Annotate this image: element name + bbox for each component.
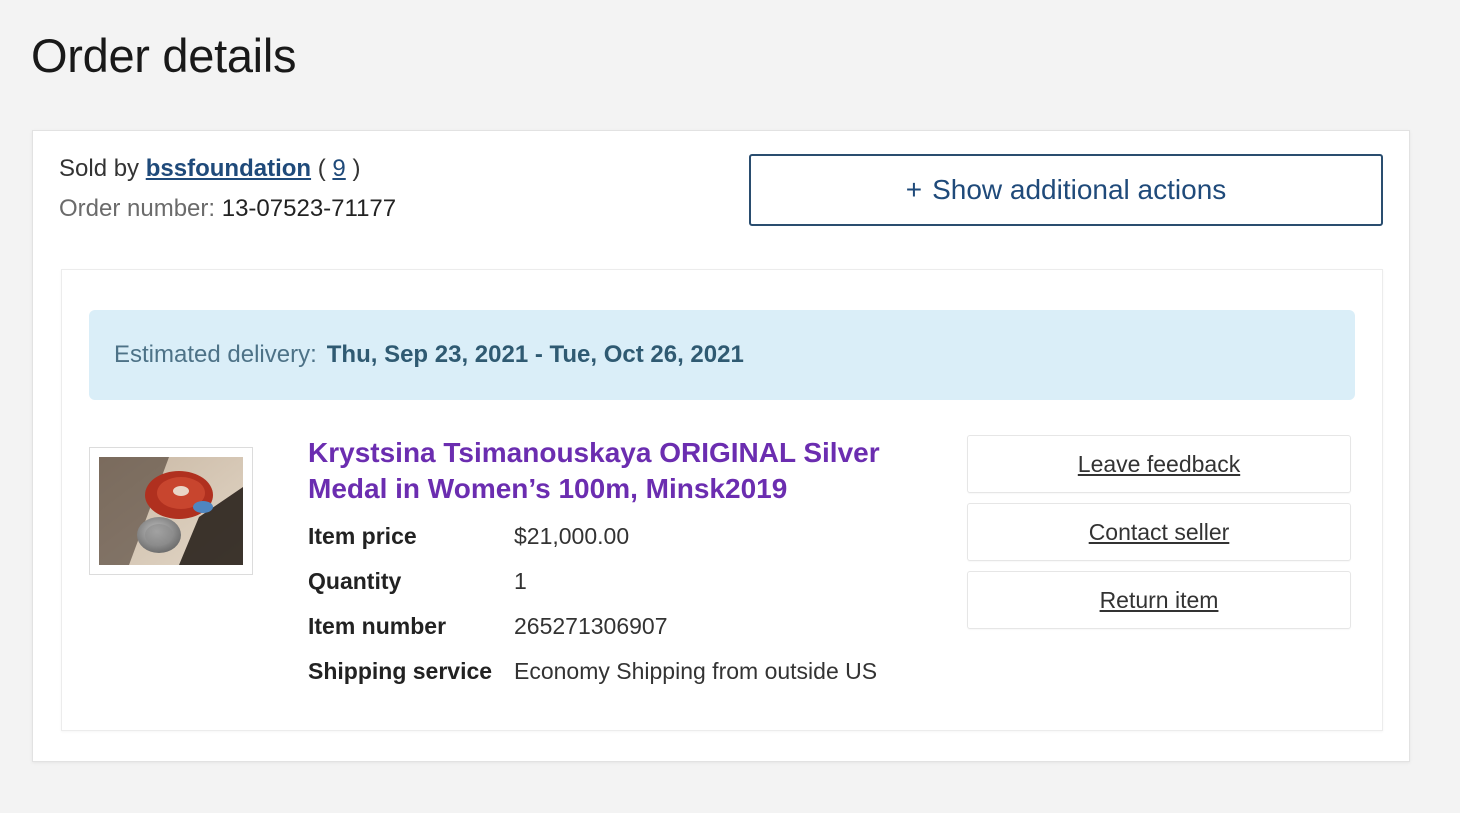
item-panel: Estimated delivery: Thu, Sep 23, 2021 - … bbox=[61, 269, 1383, 731]
medal-photo-image bbox=[99, 457, 243, 565]
page-title: Order details bbox=[31, 29, 297, 82]
item-specs: Item price $21,000.00 Quantity 1 Item nu… bbox=[308, 523, 877, 703]
spec-row-shipping-service: Shipping service Economy Shipping from o… bbox=[308, 658, 877, 703]
plus-icon: + bbox=[905, 174, 923, 205]
sold-by-line: Sold by bssfoundation ( 9 ) bbox=[59, 155, 360, 183]
seller-feedback-score-link[interactable]: 9 bbox=[332, 155, 345, 182]
order-number-label: Order number: bbox=[59, 195, 216, 222]
order-card: Sold by bssfoundation ( 9 ) Order number… bbox=[32, 130, 1410, 762]
seller-name-link[interactable]: bssfoundation bbox=[146, 155, 311, 182]
spec-label: Item price bbox=[308, 523, 417, 549]
show-additional-actions-button[interactable]: + Show additional actions bbox=[749, 154, 1383, 226]
item-title-link[interactable]: Krystsina Tsimanouskaya ORIGINAL Silver … bbox=[308, 435, 928, 507]
spec-row-quantity: Quantity 1 bbox=[308, 568, 877, 613]
feedback-close-paren: ) bbox=[352, 155, 361, 182]
estimated-delivery-label: Estimated delivery: bbox=[114, 341, 317, 368]
spec-row-item-price: Item price $21,000.00 bbox=[308, 523, 877, 568]
feedback-open-paren: ( bbox=[317, 155, 326, 182]
spec-label: Quantity bbox=[308, 568, 402, 594]
return-item-button[interactable]: Return item bbox=[967, 571, 1351, 629]
spec-value: 1 bbox=[514, 568, 527, 594]
spec-value: 265271306907 bbox=[514, 613, 668, 639]
estimated-delivery-banner: Estimated delivery: Thu, Sep 23, 2021 - … bbox=[89, 310, 1355, 400]
spec-label: Item number bbox=[308, 613, 447, 639]
estimated-delivery-dates: Thu, Sep 23, 2021 - Tue, Oct 26, 2021 bbox=[326, 341, 744, 368]
item-thumbnail[interactable] bbox=[89, 447, 253, 575]
spec-label: Shipping service bbox=[308, 658, 493, 684]
contact-seller-button[interactable]: Contact seller bbox=[967, 503, 1351, 561]
show-additional-actions-label: Show additional actions bbox=[932, 174, 1227, 205]
sold-by-label: Sold by bbox=[59, 155, 140, 182]
spec-row-item-number: Item number 265271306907 bbox=[308, 613, 877, 658]
leave-feedback-button[interactable]: Leave feedback bbox=[967, 435, 1351, 493]
spec-value: Economy Shipping from outside US bbox=[514, 658, 878, 684]
spec-value: $21,000.00 bbox=[514, 523, 630, 549]
order-number-value: 13-07523-71177 bbox=[221, 195, 397, 222]
order-number-line: Order number: 13-07523-71177 bbox=[59, 195, 396, 223]
